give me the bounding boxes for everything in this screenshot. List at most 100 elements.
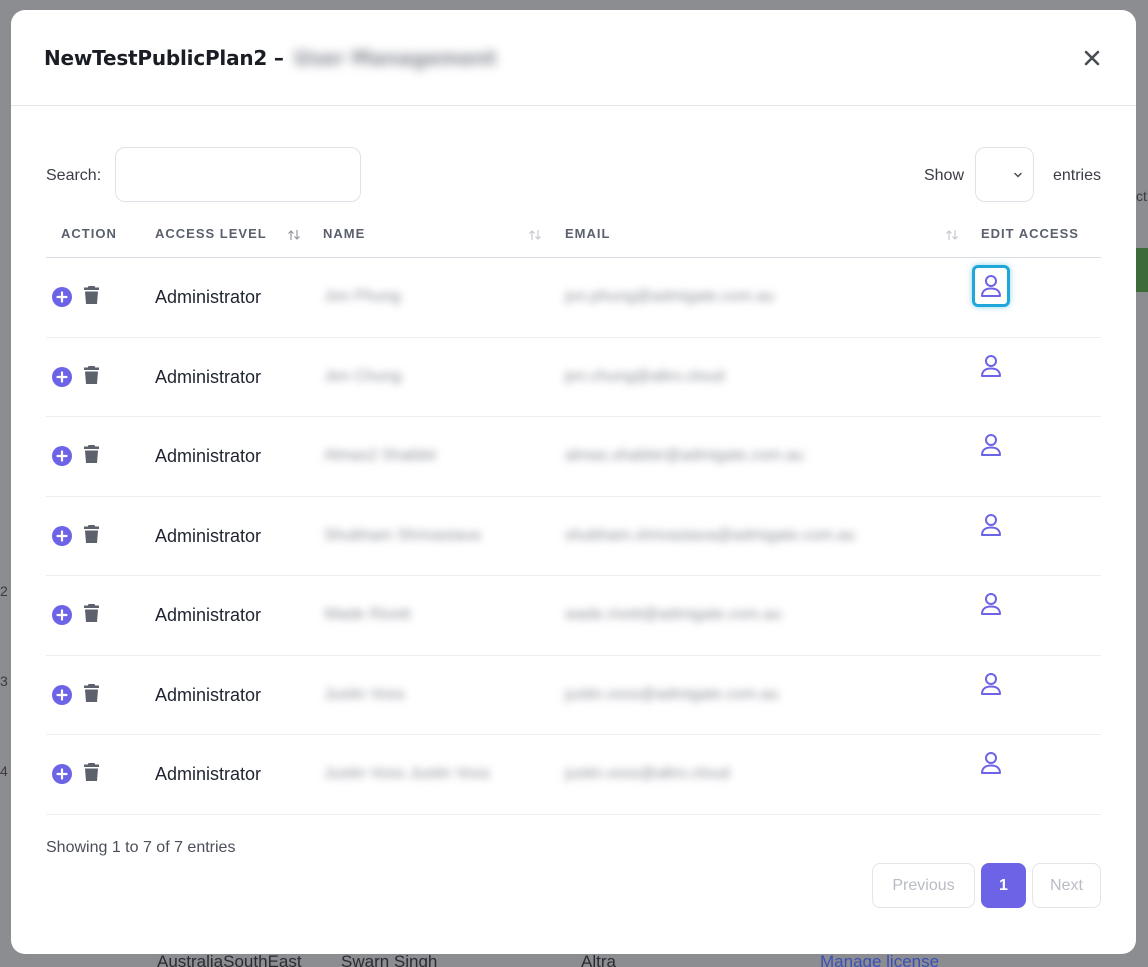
table-row: Administrator Justin Voss Justin Voss ju… bbox=[46, 735, 1101, 815]
delete-button[interactable] bbox=[83, 365, 100, 390]
table-info: Showing 1 to 7 of 7 entries bbox=[46, 839, 236, 856]
add-button[interactable] bbox=[52, 605, 72, 630]
modal-title-text: NewTestPublicPlan2 – bbox=[44, 45, 284, 70]
delete-button[interactable] bbox=[83, 762, 100, 787]
header-name[interactable]: NAME bbox=[323, 226, 365, 241]
sort-arrows-icon[interactable] bbox=[945, 229, 959, 241]
add-button[interactable] bbox=[52, 366, 72, 392]
add-button[interactable] bbox=[52, 446, 72, 471]
previous-page-button[interactable]: Previous bbox=[872, 863, 975, 908]
delete-button[interactable] bbox=[83, 285, 100, 310]
add-button[interactable] bbox=[52, 525, 72, 551]
background-green-button bbox=[1136, 248, 1148, 292]
modal-header: NewTestPublicPlan2 – User Management bbox=[11, 10, 1136, 106]
users-table: ACTION ACCESS LEVEL NAME EMAIL EDIT ACCE… bbox=[46, 220, 1101, 815]
entries-select[interactable] bbox=[975, 147, 1034, 202]
table-row: Administrator Wade Rivett wade.rivett@ad… bbox=[46, 576, 1101, 656]
close-icon bbox=[1084, 50, 1100, 66]
name-cell: Justin Voss bbox=[324, 685, 405, 703]
edit-access-button[interactable] bbox=[972, 742, 1010, 784]
search-label: Search: bbox=[46, 167, 102, 184]
edit-access-button[interactable] bbox=[972, 583, 1010, 625]
header-access-level[interactable]: ACCESS LEVEL bbox=[155, 226, 267, 241]
background-owner: Swarn Singh bbox=[341, 952, 438, 967]
close-button[interactable] bbox=[1078, 44, 1106, 72]
access-level-cell: Administrator bbox=[155, 525, 262, 546]
name-cell: Justin Voss Justin Voss bbox=[324, 765, 491, 782]
access-level-cell: Administrator bbox=[155, 764, 262, 784]
search-input[interactable] bbox=[115, 147, 361, 202]
table-row: Administrator Almas2 Shabbir almas.shabb… bbox=[46, 417, 1101, 497]
access-level-cell: Administrator bbox=[155, 446, 262, 466]
show-label: Show bbox=[923, 167, 964, 184]
trash-icon bbox=[84, 604, 99, 622]
user-icon bbox=[981, 275, 1001, 297]
add-button[interactable] bbox=[52, 684, 72, 710]
email-cell: wade.rivett@admigate.com.au bbox=[565, 606, 782, 623]
background-row-number: 4 bbox=[0, 763, 8, 779]
name-cell: Wade Rivett bbox=[324, 606, 411, 623]
email-cell: jen.chung@altro.cloud bbox=[565, 367, 725, 385]
trash-icon bbox=[84, 286, 99, 304]
page-1-button[interactable]: 1 bbox=[981, 863, 1026, 908]
name-cell: Jon Phung bbox=[324, 288, 401, 305]
user-icon bbox=[981, 513, 1001, 536]
background-region: AustraliaSouthEast bbox=[157, 952, 302, 967]
background-row-number: 3 bbox=[0, 673, 8, 689]
access-level-cell: Administrator bbox=[155, 287, 262, 307]
user-icon bbox=[981, 752, 1001, 774]
edit-access-button[interactable] bbox=[972, 663, 1010, 705]
edit-access-button[interactable] bbox=[972, 345, 1010, 387]
add-button[interactable] bbox=[52, 764, 72, 789]
delete-button[interactable] bbox=[83, 444, 100, 469]
modal-title-blurred: User Management bbox=[293, 45, 497, 70]
delete-button[interactable] bbox=[83, 524, 100, 549]
entries-label: entries bbox=[1052, 167, 1101, 184]
chevron-down-icon bbox=[1014, 172, 1022, 178]
table-body: Administrator Jon Phung jon.phung@admiga… bbox=[46, 258, 1101, 815]
sort-arrows-icon[interactable] bbox=[528, 229, 542, 241]
plus-circle-icon bbox=[52, 525, 72, 546]
table-row: Administrator Jon Phung jon.phung@admiga… bbox=[46, 258, 1101, 338]
edit-access-button[interactable] bbox=[972, 504, 1010, 546]
trash-icon bbox=[84, 365, 99, 384]
plus-circle-icon bbox=[52, 287, 72, 307]
background-manage-license-link: Manage license bbox=[820, 952, 940, 967]
name-cell: Shubham Shrivastava bbox=[324, 526, 481, 544]
plus-circle-icon bbox=[52, 366, 72, 387]
user-icon bbox=[981, 672, 1001, 695]
user-icon bbox=[981, 434, 1001, 456]
background-side-text: ct bbox=[1136, 188, 1147, 204]
table-row: Administrator Justin Voss justin.voss@ad… bbox=[46, 656, 1101, 735]
trash-icon bbox=[84, 763, 99, 781]
user-management-modal: NewTestPublicPlan2 – User Management Sea… bbox=[11, 10, 1136, 954]
user-icon bbox=[981, 354, 1001, 377]
table-row: Administrator Jen Chung jen.chung@altro.… bbox=[46, 338, 1101, 417]
email-cell: justin.voss@altro.cloud bbox=[565, 765, 730, 782]
access-level-cell: Administrator bbox=[155, 684, 262, 705]
email-cell: justin.voss@admigate.com.au bbox=[565, 685, 779, 703]
header-edit-access: EDIT ACCESS bbox=[981, 226, 1079, 241]
email-cell: jon.phung@admigate.com.au bbox=[565, 288, 775, 305]
plus-circle-icon bbox=[52, 605, 72, 625]
delete-button[interactable] bbox=[83, 683, 100, 708]
access-level-cell: Administrator bbox=[155, 366, 262, 387]
background-product: Altra bbox=[581, 952, 616, 967]
email-cell: shubham.shrivastava@admigate.com.au bbox=[565, 526, 856, 544]
background-row-number: 2 bbox=[0, 583, 8, 599]
edit-access-button[interactable] bbox=[972, 424, 1010, 466]
trash-icon bbox=[84, 445, 99, 463]
sort-arrows-icon[interactable] bbox=[287, 229, 301, 241]
trash-icon bbox=[84, 683, 99, 702]
delete-button[interactable] bbox=[83, 603, 100, 628]
table-header: ACTION ACCESS LEVEL NAME EMAIL EDIT ACCE… bbox=[46, 220, 1101, 258]
next-page-button[interactable]: Next bbox=[1032, 863, 1101, 908]
modal-title: NewTestPublicPlan2 – User Management bbox=[44, 45, 497, 70]
add-button[interactable] bbox=[52, 287, 72, 312]
header-email[interactable]: EMAIL bbox=[565, 226, 610, 241]
access-level-cell: Administrator bbox=[155, 605, 262, 625]
email-cell: almas.shabbir@admigate.com.au bbox=[565, 447, 804, 464]
name-cell: Jen Chung bbox=[324, 367, 402, 385]
trash-icon bbox=[84, 524, 99, 543]
edit-access-button[interactable] bbox=[972, 265, 1010, 307]
